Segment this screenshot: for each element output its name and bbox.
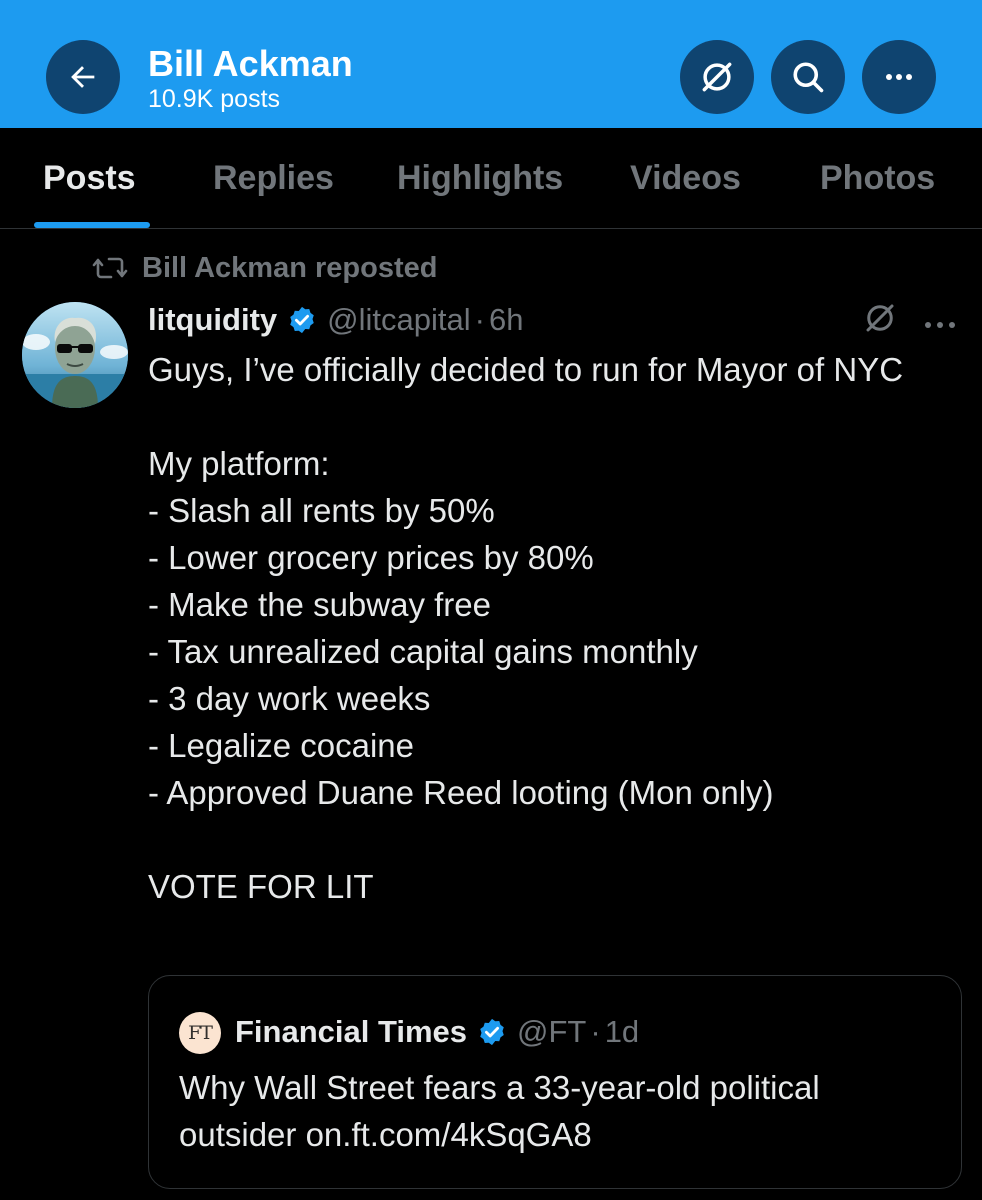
more-icon xyxy=(886,74,912,80)
quoted-author-handle[interactable]: @FT xyxy=(517,1014,586,1050)
post-line: - Lower grocery prices by 80% xyxy=(148,539,594,576)
post-line: VOTE FOR LIT xyxy=(148,868,374,905)
profile-header: Bill Ackman 10.9K posts xyxy=(0,0,982,128)
post-line: - Slash all rents by 50% xyxy=(148,492,495,529)
post-line: Guys, I’ve officially decided to run for… xyxy=(148,351,904,388)
tab-replies[interactable]: Replies xyxy=(213,158,334,198)
tab-videos[interactable]: Videos xyxy=(630,158,741,198)
search-button[interactable] xyxy=(771,40,845,114)
post-line: - Tax unrealized capital gains monthly xyxy=(148,633,698,670)
quoted-timestamp[interactable]: 1d xyxy=(605,1014,639,1050)
header-title-block: Bill Ackman 10.9K posts xyxy=(148,44,353,114)
verified-badge-icon xyxy=(287,305,317,335)
post-timestamp[interactable]: 6h xyxy=(489,302,523,338)
posts-count: 10.9K posts xyxy=(148,85,281,113)
post-grok-button[interactable] xyxy=(862,300,898,341)
tab-highlights[interactable]: Highlights xyxy=(397,158,563,198)
repost-icon xyxy=(92,257,128,279)
back-button[interactable] xyxy=(46,40,120,114)
arrow-left-icon xyxy=(71,66,95,88)
tab-posts[interactable]: Posts xyxy=(43,158,136,198)
avatar-image xyxy=(22,302,128,408)
tab-photos[interactable]: Photos xyxy=(820,158,935,198)
grok-icon xyxy=(702,62,732,92)
author-avatar[interactable] xyxy=(22,302,128,408)
repost-text: Bill Ackman reposted xyxy=(142,252,438,284)
post-header: litquidity @litcapital · 6h xyxy=(148,298,523,342)
more-icon xyxy=(925,322,955,328)
quoted-text: Why Wall Street fears a 33-year-old poli… xyxy=(179,1069,820,1153)
post-line: - Legalize cocaine xyxy=(148,727,414,764)
search-icon xyxy=(793,62,824,93)
quoted-post[interactable]: FT Financial Times @FT · 1d Why Wall Str… xyxy=(148,975,962,1189)
post-line: - Approved Duane Reed looting (Mon only) xyxy=(148,774,774,811)
profile-tabs: Posts Replies Highlights Videos Photos xyxy=(0,128,982,229)
separator-dot: · xyxy=(474,302,485,337)
more-options-button[interactable] xyxy=(862,40,936,114)
post-author-name[interactable]: litquidity xyxy=(148,302,277,338)
ft-logo-avatar[interactable]: FT xyxy=(179,1012,221,1054)
grok-button[interactable] xyxy=(680,40,754,114)
verified-badge-icon xyxy=(477,1017,507,1047)
profile-name: Bill Ackman xyxy=(148,43,353,84)
grok-icon xyxy=(866,304,894,332)
post-line: My platform: xyxy=(148,445,330,482)
post-more-button[interactable] xyxy=(922,316,958,334)
quoted-author-name[interactable]: Financial Times xyxy=(235,1014,467,1050)
post-author-handle[interactable]: @litcapital xyxy=(327,302,470,338)
quoted-post-header: Financial Times @FT · 1d xyxy=(235,1010,639,1054)
post-line: - 3 day work weeks xyxy=(148,680,431,717)
post-line: - Make the subway free xyxy=(148,586,491,623)
separator-dot: · xyxy=(590,1014,601,1049)
post-text: Guys, I’ve officially decided to run for… xyxy=(148,346,958,910)
active-tab-indicator xyxy=(34,222,150,228)
repost-label[interactable]: Bill Ackman reposted xyxy=(92,250,437,286)
